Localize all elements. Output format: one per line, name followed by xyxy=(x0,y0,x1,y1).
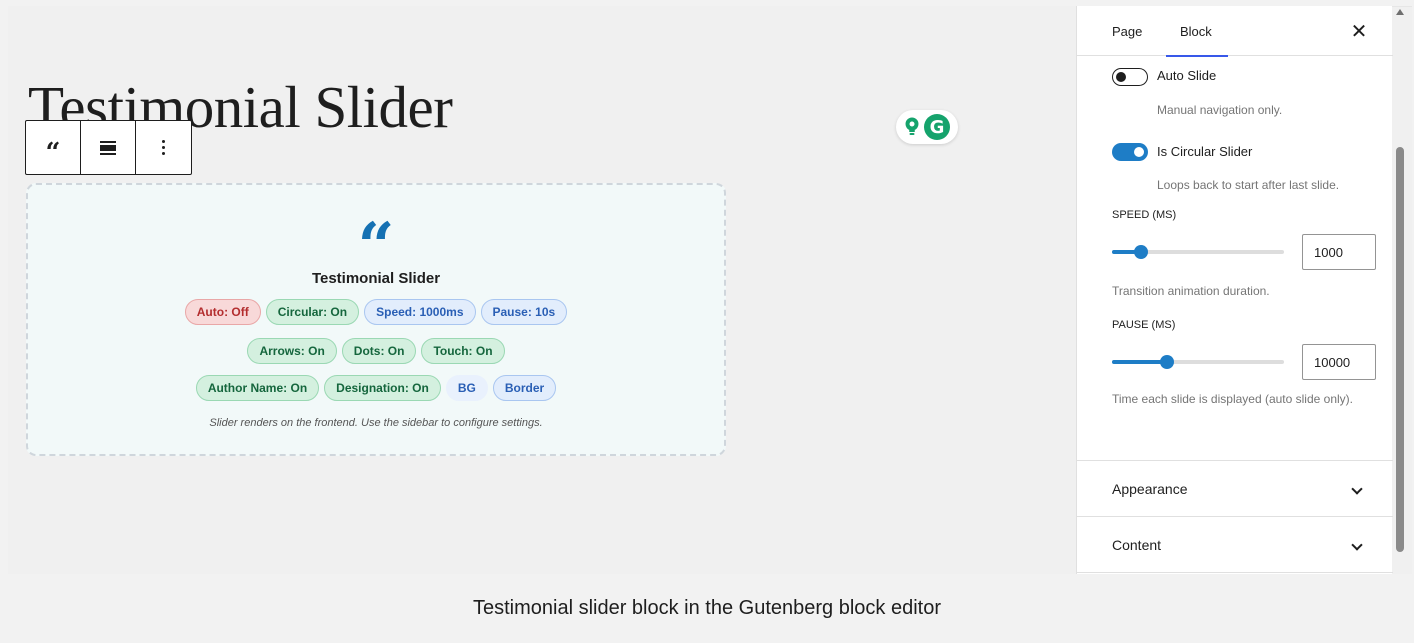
speed-slider[interactable] xyxy=(1112,245,1284,259)
panel-content[interactable]: Content xyxy=(1077,516,1393,572)
tab-page[interactable]: Page xyxy=(1112,6,1142,56)
setting-chip: Dots: On xyxy=(341,338,417,364)
sidebar-scroll-up-arrow[interactable] xyxy=(1396,9,1404,15)
setting-chip: Arrows: On xyxy=(247,338,337,364)
grammarly-widget[interactable]: G xyxy=(896,110,958,144)
chevron-down-icon xyxy=(1351,539,1363,551)
setting-chip: Circular: On xyxy=(265,299,360,325)
circular-slider-help: Loops back to start after last slide. xyxy=(1157,178,1340,192)
quote-icon: “ xyxy=(45,137,61,168)
block-toolbar: “ xyxy=(25,120,192,175)
setting-chip: Author Name: On xyxy=(195,375,320,401)
panel-content-title: Content xyxy=(1112,537,1162,553)
panel-appearance-title: Appearance xyxy=(1112,481,1188,497)
close-sidebar-button[interactable]: ✕ xyxy=(1347,19,1371,43)
pause-label: PAUSE (MS) xyxy=(1112,319,1176,331)
block-type-button[interactable]: “ xyxy=(26,121,81,174)
more-options-button[interactable] xyxy=(136,121,191,174)
align-button[interactable] xyxy=(81,121,136,174)
circular-slider-label: Is Circular Slider xyxy=(1157,144,1253,159)
close-icon: ✕ xyxy=(1350,20,1368,43)
pause-slider[interactable] xyxy=(1112,355,1284,369)
chip-row: Arrows: On Dots: On Touch: On xyxy=(28,338,724,364)
speed-input[interactable]: 1000 xyxy=(1302,234,1376,270)
panel-appearance[interactable]: Appearance xyxy=(1077,460,1393,516)
sidebar-scrollbar[interactable] xyxy=(1396,147,1404,552)
lightbulb-icon xyxy=(904,117,920,137)
chip-row: Auto: Off Circular: On Speed: 1000ms Pause:… xyxy=(28,299,724,325)
circular-slider-toggle[interactable] xyxy=(1112,143,1148,161)
pause-help: Time each slide is displayed (auto slide… xyxy=(1112,392,1354,406)
setting-chip: Touch: On xyxy=(421,338,505,364)
settings-sidebar: Page Block ✕ Auto Slide Manual navigatio… xyxy=(1076,6,1393,574)
more-options-icon xyxy=(162,140,165,155)
editor-canvas: Testimonial Slider “ G “ Testimonial Sli… xyxy=(8,6,1084,574)
grammarly-icon: G xyxy=(924,114,950,140)
testimonial-slider-block[interactable]: “ Testimonial Slider Auto: Off Circular: … xyxy=(26,183,726,456)
setting-chip: Auto: Off xyxy=(184,299,261,325)
speed-help: Transition animation duration. xyxy=(1112,284,1270,298)
setting-chip: Speed: 1000ms xyxy=(364,299,476,325)
align-icon xyxy=(100,140,116,155)
auto-slide-toggle[interactable] xyxy=(1112,68,1148,86)
setting-chip: Border xyxy=(492,375,557,401)
sidebar-tabs: Page Block ✕ xyxy=(1077,6,1393,57)
pause-input[interactable]: 10000 xyxy=(1302,344,1376,380)
auto-slide-help: Manual navigation only. xyxy=(1157,103,1283,117)
setting-chip: Designation: On xyxy=(324,375,441,401)
chip-row: Author Name: On Designation: On BG Border xyxy=(28,375,724,401)
chevron-down-icon xyxy=(1351,483,1363,495)
auto-slide-label: Auto Slide xyxy=(1157,68,1217,83)
figure-caption: Testimonial slider block in the Gutenber… xyxy=(472,597,942,619)
speed-label: SPEED (MS) xyxy=(1112,209,1177,221)
slider-block-note: Slider renders on the frontend. Use the … xyxy=(209,417,543,429)
quote-mark-icon: “ xyxy=(357,209,395,252)
panel-divider xyxy=(1077,572,1393,574)
setting-chip: BG xyxy=(445,375,488,401)
setting-chip: Pause: 10s xyxy=(480,299,568,325)
tab-block[interactable]: Block xyxy=(1166,6,1228,57)
slider-block-title: Testimonial Slider xyxy=(311,270,441,287)
